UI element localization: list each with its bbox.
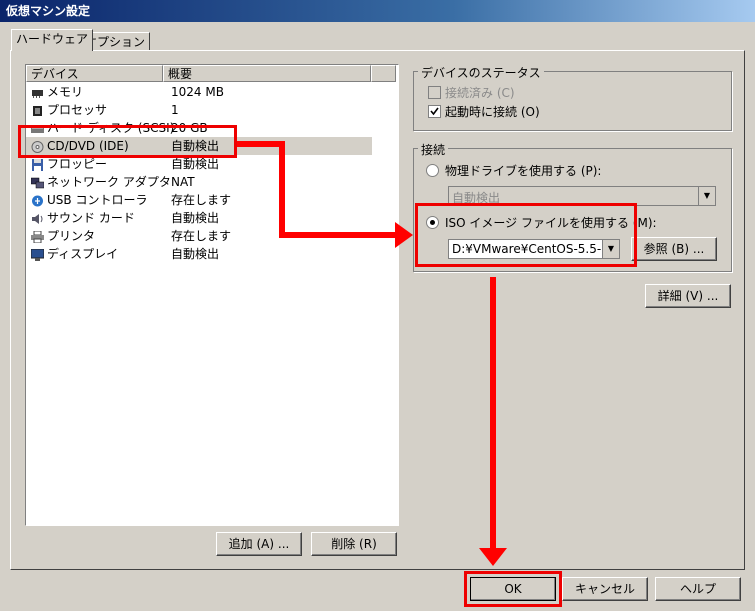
- device-row-sound[interactable]: サウンド カード 自動検出: [26, 209, 372, 227]
- arrow-right-icon: [395, 222, 413, 248]
- display-icon: [30, 248, 45, 261]
- annotation-box-iso: [415, 203, 637, 267]
- device-row-processor[interactable]: プロセッサ 1: [26, 101, 372, 119]
- sound-icon: [31, 212, 44, 224]
- device-row-network[interactable]: ネットワーク アダプタ NAT: [26, 173, 372, 191]
- cancel-button[interactable]: キャンセル: [562, 577, 648, 601]
- device-row-memory[interactable]: メモリ 1024 MB: [26, 83, 372, 101]
- help-button[interactable]: ヘルプ: [655, 577, 741, 601]
- device-summary: 存在します: [171, 193, 232, 207]
- processor-icon: [31, 104, 44, 116]
- device-name: ディスプレイ: [47, 247, 119, 261]
- device-summary: NAT: [171, 175, 195, 189]
- annotation-arrow-segment: [279, 232, 399, 238]
- advanced-button[interactable]: 詳細 (V) ...: [645, 284, 731, 308]
- arrow-down-icon: [479, 548, 507, 566]
- column-header-device[interactable]: デバイス: [26, 65, 163, 82]
- connect-at-power-on-label: 起動時に接続 (O): [445, 105, 540, 119]
- usb-icon: [31, 194, 44, 207]
- device-name: ネットワーク アダプタ: [47, 175, 171, 189]
- device-name: USB コントローラ: [47, 193, 148, 207]
- device-name: メモリ: [47, 85, 84, 99]
- add-device-button[interactable]: 追加 (A) ...: [216, 532, 302, 556]
- column-header-filler: [371, 65, 396, 82]
- device-summary: 1024 MB: [171, 85, 224, 99]
- physical-drive-radio[interactable]: [426, 164, 439, 177]
- annotation-box-cdrom: [18, 125, 237, 158]
- device-summary: 自動検出: [171, 211, 220, 225]
- physical-drive-label: 物理ドライブを使用する (P):: [445, 164, 602, 178]
- device-row-display[interactable]: ディスプレイ 自動検出: [26, 245, 372, 263]
- device-name: プリンタ: [47, 229, 96, 243]
- annotation-arrow-segment: [237, 141, 285, 147]
- window-title-bar: 仮想マシン設定: [0, 0, 755, 22]
- connection-title: 接続: [418, 141, 449, 158]
- connect-at-power-on-checkbox[interactable]: [428, 105, 441, 118]
- column-header-summary[interactable]: 概要: [163, 65, 371, 82]
- device-status-title: デバイスのステータス: [418, 64, 544, 81]
- printer-icon: [31, 230, 44, 244]
- network-icon: [30, 176, 45, 189]
- annotation-arrow-segment: [279, 141, 285, 238]
- connected-label: 接続済み (C): [445, 86, 515, 100]
- device-row-usb[interactable]: USB コントローラ 存在します: [26, 191, 372, 209]
- device-name: プロセッサ: [47, 103, 108, 117]
- remove-device-button[interactable]: 削除 (R): [311, 532, 397, 556]
- checkmark-icon: [430, 107, 439, 116]
- floppy-icon: [31, 158, 44, 171]
- device-summary: 1: [171, 103, 179, 117]
- tab-hardware[interactable]: ハードウェア: [11, 29, 94, 51]
- annotation-box-ok: [464, 571, 562, 607]
- memory-icon: [31, 86, 44, 98]
- browse-button[interactable]: 参照 (B) ...: [631, 237, 717, 261]
- chevron-down-icon: ▼: [698, 187, 715, 205]
- device-summary: 存在します: [171, 229, 232, 243]
- device-name: サウンド カード: [47, 211, 135, 225]
- annotation-arrow-segment: [490, 277, 496, 552]
- connected-checkbox[interactable]: [428, 86, 441, 99]
- window-title: 仮想マシン設定: [6, 4, 91, 18]
- device-summary: 自動検出: [171, 247, 220, 261]
